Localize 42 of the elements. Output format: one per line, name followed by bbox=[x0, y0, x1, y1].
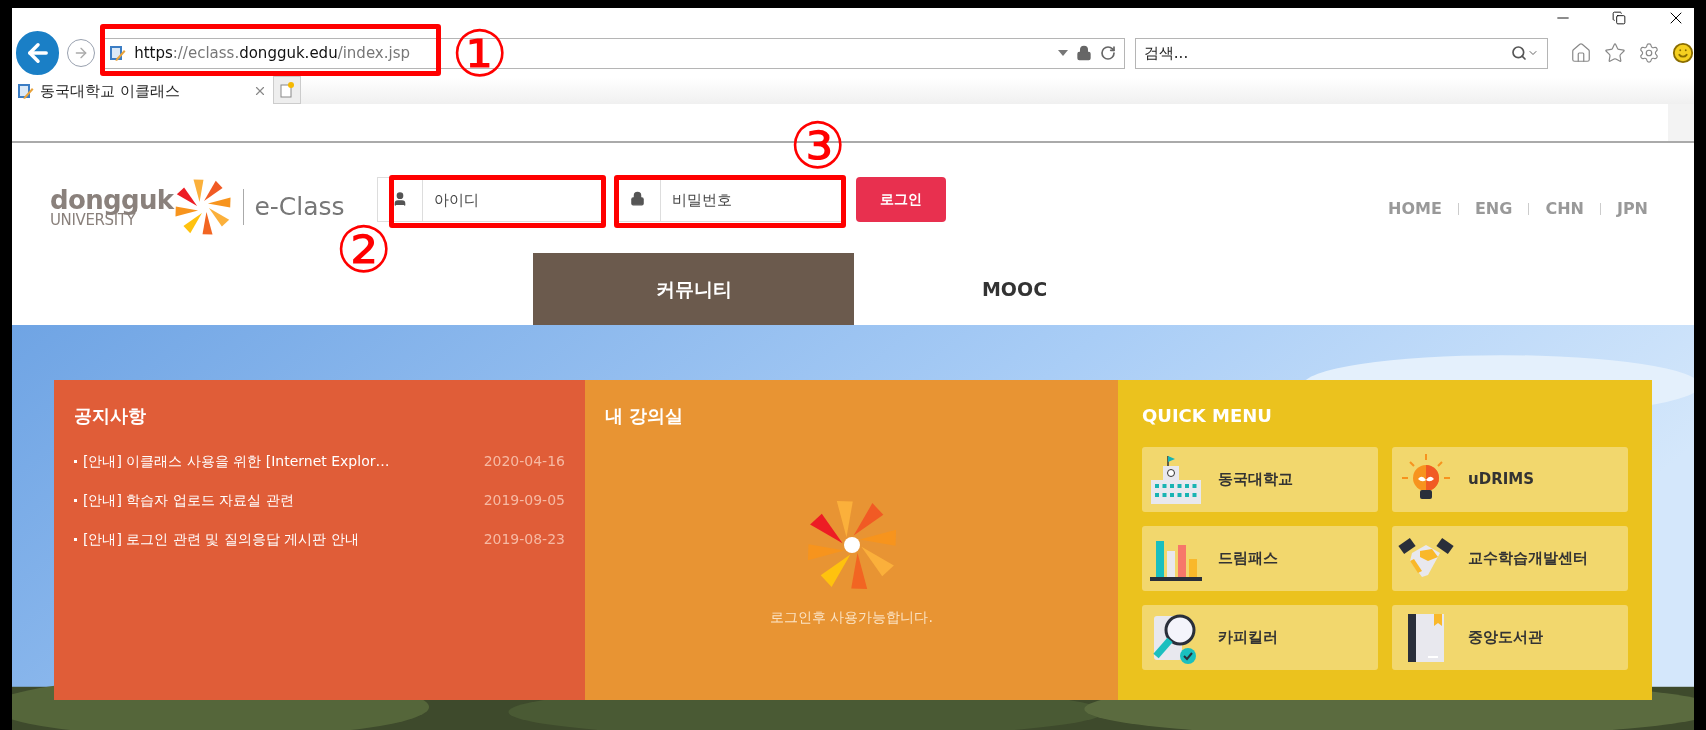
quick-menu-item[interactable]: uDRIMS bbox=[1392, 447, 1628, 512]
lock-icon bbox=[629, 191, 645, 206]
quick-menu-item[interactable]: 동국대학교 bbox=[1142, 447, 1378, 512]
scrollbar-track bbox=[1668, 104, 1694, 141]
nav-tab[interactable]: 커뮤니티 bbox=[533, 253, 854, 325]
notice-date: 2019-09-05 bbox=[483, 491, 565, 510]
notice-link[interactable]: [안내] 로그인 관련 및 질의응답 게시판 안내 bbox=[83, 529, 359, 550]
quick-menu-item[interactable]: 드림패스 bbox=[1142, 526, 1378, 591]
star-icon[interactable] bbox=[1604, 42, 1626, 64]
notice-link[interactable]: [안내] 학습자 업로드 자료실 관련 bbox=[83, 490, 294, 511]
page-icon bbox=[110, 45, 127, 61]
smiley-icon[interactable] bbox=[1672, 42, 1694, 64]
home-icon[interactable] bbox=[1570, 42, 1592, 64]
restore-icon[interactable] bbox=[1612, 11, 1626, 25]
quick-menu-item[interactable]: 카피킬러 bbox=[1142, 605, 1378, 670]
step-number: ③ bbox=[789, 114, 847, 178]
settings-icon[interactable] bbox=[1638, 42, 1660, 64]
new-tab-button[interactable] bbox=[273, 76, 301, 104]
lock-icon bbox=[1075, 45, 1092, 61]
notice-date: 2019-08-23 bbox=[483, 530, 565, 549]
refresh-icon[interactable] bbox=[1099, 45, 1116, 61]
quick-menu-item[interactable]: 교수학습개발센터 bbox=[1392, 526, 1628, 591]
search-field[interactable]: 검색... bbox=[1134, 37, 1548, 69]
panel-title: 공지사항 bbox=[74, 404, 147, 428]
page-icon bbox=[18, 83, 34, 99]
logo-subtitle: UNIVERSITY bbox=[50, 212, 136, 228]
url-text: https://eclass.dongguk.edu/index.jsp bbox=[134, 42, 410, 64]
panel-title: QUICK MENU bbox=[1142, 404, 1273, 428]
quick-menu-item[interactable]: 중앙도서관 bbox=[1392, 605, 1628, 670]
logo-burst-icon bbox=[173, 177, 234, 237]
close-tab-icon[interactable] bbox=[253, 84, 267, 98]
new-page-icon bbox=[280, 82, 294, 98]
tab-title: 동국대학교 이클래스 bbox=[40, 80, 180, 102]
login-button[interactable]: 로그인 bbox=[855, 177, 946, 222]
logo-wordmark: dongguk bbox=[50, 186, 174, 213]
notice-date: 2020-04-16 bbox=[483, 452, 565, 471]
search-icon[interactable] bbox=[1511, 45, 1527, 61]
search-input[interactable]: 검색... bbox=[1143, 41, 1511, 65]
dropdown-caret-icon[interactable] bbox=[1057, 50, 1068, 56]
notice-link[interactable]: [안내] 이클래스 사용을 위한 [Internet Explor… bbox=[83, 451, 390, 472]
panel-title: 내 강의실 bbox=[605, 404, 685, 428]
login-required-message: 로그인후 사용가능합니다. bbox=[770, 608, 933, 627]
